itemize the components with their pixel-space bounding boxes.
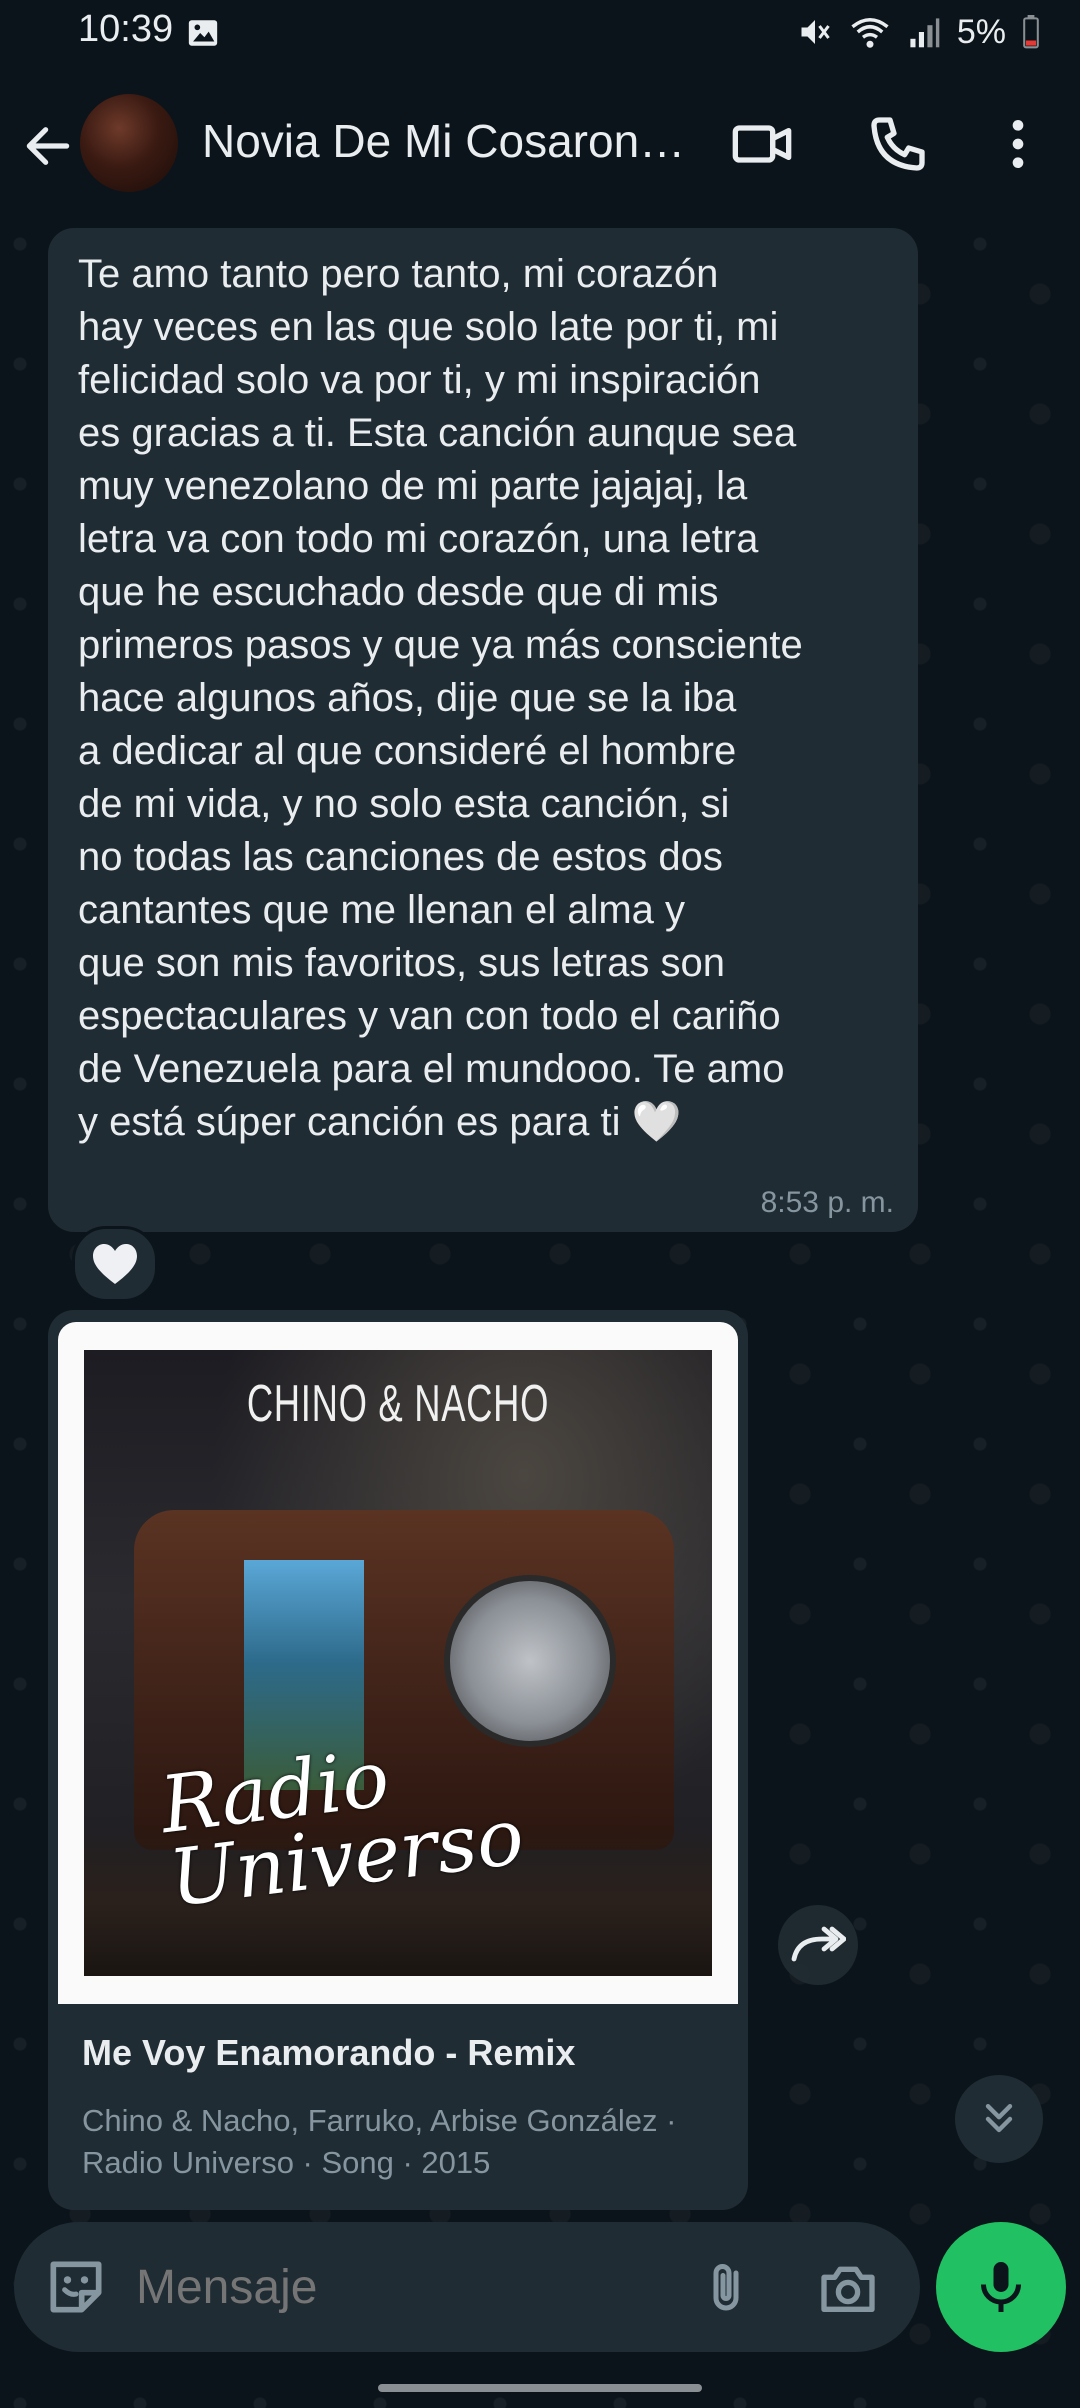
incoming-message-bubble[interactable]: Te amo tanto pero tanto, mi corazón hay …: [48, 228, 918, 1232]
song-meta-album: Radio Universo · Song · 2015: [82, 2145, 491, 2180]
back-arrow-icon[interactable]: [20, 118, 76, 174]
song-meta: Chino & Nacho, Farruko, Arbise González …: [82, 2100, 732, 2184]
status-time: 10:39: [78, 8, 174, 50]
chevrons-down-icon: [985, 2103, 1013, 2133]
forward-button[interactable]: [778, 1905, 858, 1985]
microphone-icon: [981, 2262, 1021, 2312]
whatsapp-chat-screen: 10:39 5% Novia De Mi Cosaron… Te amo tan…: [0, 0, 1080, 2408]
video-call-icon[interactable]: [730, 112, 794, 176]
paperclip-icon[interactable]: [696, 2256, 756, 2320]
music-share-card[interactable]: CHINO & NACHO Radio Universo Me Voy Enam…: [48, 1310, 748, 2210]
image-notification-icon: [188, 20, 218, 46]
message-text: Te amo tanto pero tanto, mi corazón hay …: [78, 252, 803, 1144]
battery-low-icon: [1023, 15, 1039, 49]
album-cover-art: CHINO & NACHO Radio Universo: [84, 1350, 712, 1976]
message-timestamp: 8:53 p. m.: [760, 1186, 894, 1219]
status-bar: 10:39 5%: [0, 0, 1080, 64]
song-meta-artists: Chino & Nacho, Farruko, Arbise González …: [82, 2103, 677, 2138]
voice-call-icon[interactable]: [866, 112, 930, 176]
wifi-icon: [851, 18, 889, 48]
message-composer: [14, 2222, 920, 2352]
battery-percent: 5%: [956, 12, 1006, 51]
album-cover-frame[interactable]: CHINO & NACHO Radio Universo: [58, 1322, 738, 2004]
sticker-icon[interactable]: [42, 2253, 110, 2321]
contact-name[interactable]: Novia De Mi Cosaron…: [202, 114, 702, 168]
camera-icon[interactable]: [814, 2256, 882, 2320]
scroll-to-bottom-button[interactable]: [955, 2075, 1043, 2163]
mute-icon: [801, 20, 830, 44]
gesture-navigation-bar[interactable]: [378, 2384, 702, 2392]
message-input[interactable]: [134, 2256, 658, 2318]
forward-icon: [791, 1926, 846, 1962]
message-reaction[interactable]: [72, 1226, 158, 1302]
cover-artist-text: CHINO & NACHO: [246, 1375, 550, 1433]
status-icons: 5%: [797, 10, 1040, 54]
white-heart-icon: [93, 1244, 137, 1284]
contact-avatar[interactable]: [80, 94, 178, 192]
more-options-icon[interactable]: [986, 112, 1050, 176]
song-title: Me Voy Enamorando - Remix: [82, 2032, 576, 2073]
signal-icon: [910, 18, 940, 48]
voice-message-button[interactable]: [936, 2222, 1066, 2352]
chat-header: Novia De Mi Cosaron…: [0, 64, 1080, 224]
